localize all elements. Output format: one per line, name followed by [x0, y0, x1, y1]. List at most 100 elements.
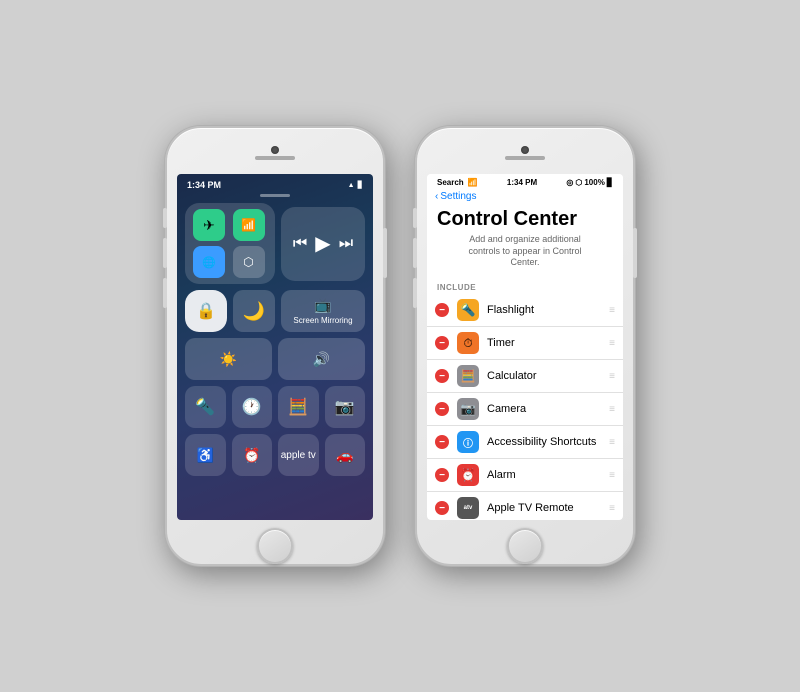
cc-row-tools: 🔦 🕐 🧮 📷 [185, 386, 365, 428]
volume-icon: 🔊 [313, 351, 330, 368]
drag-handle-timer[interactable]: ≡ [609, 338, 615, 349]
settings-title-area: Control Center Add and organize addition… [427, 206, 623, 279]
remove-flashlight-btn[interactable]: − [435, 303, 449, 317]
search-label: Search [437, 178, 464, 187]
cc-controls-grid: ✈ 📶 🌐 ⬡ [177, 203, 373, 476]
calculator-icon: 🧮 [457, 365, 479, 387]
list-item: − ⓘ Accessibility Shortcuts ≡ [427, 426, 623, 459]
left-phone: 1:34 PM ▲ ▊ ✈ [165, 126, 385, 566]
cc-network-tile: ✈ 📶 🌐 ⬡ [185, 203, 275, 284]
screen-mirror-label: Screen Mirroring [293, 316, 352, 325]
timer-label: Timer [487, 337, 601, 349]
lock-rotation-icon: 🔒 [196, 301, 216, 321]
cc-alarm-btn[interactable]: ⏰ [232, 434, 273, 476]
airplane-mode-btn[interactable]: ✈ [193, 209, 225, 241]
cc-row-2: 🔒 🌙 📺 Screen Mirroring [185, 290, 365, 332]
cc-media-tile: ⏮ ▶ ⏭ [281, 207, 365, 281]
status-right: ◎ ⬡ 100% ▊ [566, 178, 613, 187]
cc-accessibility-btn[interactable]: ♿ [185, 434, 226, 476]
cc-screen-lock-btn[interactable]: 🔒 [185, 290, 227, 332]
screen-mirror-icon: 📺 [314, 297, 331, 314]
mute-button[interactable] [163, 208, 167, 228]
right-power-button[interactable] [633, 228, 637, 278]
cc-brightness-slider[interactable]: ☀️ [185, 338, 272, 380]
bluetooth-btn[interactable]: ⬡ [233, 246, 265, 278]
drag-handle-flashlight[interactable]: ≡ [609, 305, 615, 316]
right-mute-button[interactable] [413, 208, 417, 228]
right-home-button[interactable] [507, 528, 543, 564]
remove-apple-tv-btn[interactable]: − [435, 501, 449, 515]
cc-row-1: ✈ 📶 🌐 ⬡ [185, 203, 365, 284]
list-item: − atv Apple TV Remote ≡ [427, 492, 623, 520]
power-button[interactable] [383, 228, 387, 278]
timer-icon: ⏱ [457, 332, 479, 354]
remove-timer-btn[interactable]: − [435, 336, 449, 350]
cc-camera-btn[interactable]: 📷 [325, 386, 366, 428]
next-track-btn[interactable]: ⏭ [339, 235, 353, 253]
wifi-btn[interactable]: 🌐 [193, 246, 225, 278]
apple-tv-icon: apple tv [281, 450, 316, 461]
volume-up-button[interactable] [163, 238, 167, 268]
back-label: Settings [440, 191, 476, 202]
status-wifi-icon: 📶 [468, 178, 478, 187]
flashlight-icon: 🔦 [195, 397, 215, 417]
cellular-icon: 📶 [241, 218, 256, 232]
list-item: − 📷 Camera ≡ [427, 393, 623, 426]
remove-alarm-btn[interactable]: − [435, 468, 449, 482]
cc-timer-btn[interactable]: 🕐 [232, 386, 273, 428]
alarm-label: Alarm [487, 469, 601, 481]
drag-handle-calculator[interactable]: ≡ [609, 371, 615, 382]
cc-apple-tv-btn[interactable]: apple tv [278, 434, 319, 476]
battery-icon: ▊ [358, 181, 363, 189]
volume-down-button[interactable] [163, 278, 167, 308]
play-pause-btn[interactable]: ▶ [315, 231, 330, 256]
right-earpiece-speaker [505, 156, 545, 160]
remove-camera-btn[interactable]: − [435, 402, 449, 416]
right-front-camera [521, 146, 529, 154]
left-phone-screen: 1:34 PM ▲ ▊ ✈ [177, 174, 373, 520]
status-bluetooth-icon: ⬡ [575, 178, 582, 187]
cellular-btn[interactable]: 📶 [233, 209, 265, 241]
wifi-icon: ▲ [348, 182, 355, 189]
camera-icon: 📷 [457, 398, 479, 420]
cc-screen-mirror-btn[interactable]: 📺 Screen Mirroring [281, 290, 365, 332]
status-battery-label: 100% [584, 178, 604, 187]
back-button[interactable]: ‹ Settings [435, 191, 615, 202]
cc-row-3: ☀️ 🔊 [185, 338, 365, 380]
remove-accessibility-btn[interactable]: − [435, 435, 449, 449]
airplane-icon: ✈ [203, 217, 215, 234]
front-camera [271, 146, 279, 154]
list-item: − 🔦 Flashlight ≡ [427, 294, 623, 327]
list-item: − 🧮 Calculator ≡ [427, 360, 623, 393]
remove-calculator-btn[interactable]: − [435, 369, 449, 383]
drag-handle-alarm[interactable]: ≡ [609, 470, 615, 481]
status-left: Search 📶 [437, 178, 478, 187]
phones-container: 1:34 PM ▲ ▊ ✈ [165, 126, 635, 566]
cc-flashlight-btn[interactable]: 🔦 [185, 386, 226, 428]
drag-handle-apple-tv[interactable]: ≡ [609, 503, 615, 514]
camera-label: Camera [487, 403, 601, 415]
right-phone: Search 📶 1:34 PM ◎ ⬡ 100% ▊ ‹ Set [415, 126, 635, 566]
right-volume-up-button[interactable] [413, 238, 417, 268]
accessibility-icon: ♿ [197, 447, 214, 464]
left-home-button[interactable] [257, 528, 293, 564]
status-location-icon: ◎ [566, 178, 573, 187]
accessibility-icon: ⓘ [457, 431, 479, 453]
cc-row-bottom: ♿ ⏰ apple tv 🚗 [185, 434, 365, 476]
back-chevron-icon: ‹ [435, 191, 438, 202]
cc-volume-slider[interactable]: 🔊 [278, 338, 365, 380]
wifi-icon: 🌐 [202, 256, 216, 269]
right-volume-down-button[interactable] [413, 278, 417, 308]
cc-calculator-btn[interactable]: 🧮 [278, 386, 319, 428]
drag-handle-camera[interactable]: ≡ [609, 404, 615, 415]
cc-do-not-disturb-btn[interactable]: 🌙 [233, 290, 275, 332]
settings-time: 1:34 PM [507, 178, 537, 187]
battery-full-icon: ▊ [607, 178, 613, 187]
moon-icon: 🌙 [243, 301, 265, 322]
cc-driving-btn[interactable]: 🚗 [325, 434, 366, 476]
prev-track-btn[interactable]: ⏮ [293, 235, 307, 253]
apple-tv-icon: atv [457, 497, 479, 519]
cc-drag-handle [260, 194, 290, 197]
control-center-screen: 1:34 PM ▲ ▊ ✈ [177, 174, 373, 520]
drag-handle-accessibility[interactable]: ≡ [609, 437, 615, 448]
